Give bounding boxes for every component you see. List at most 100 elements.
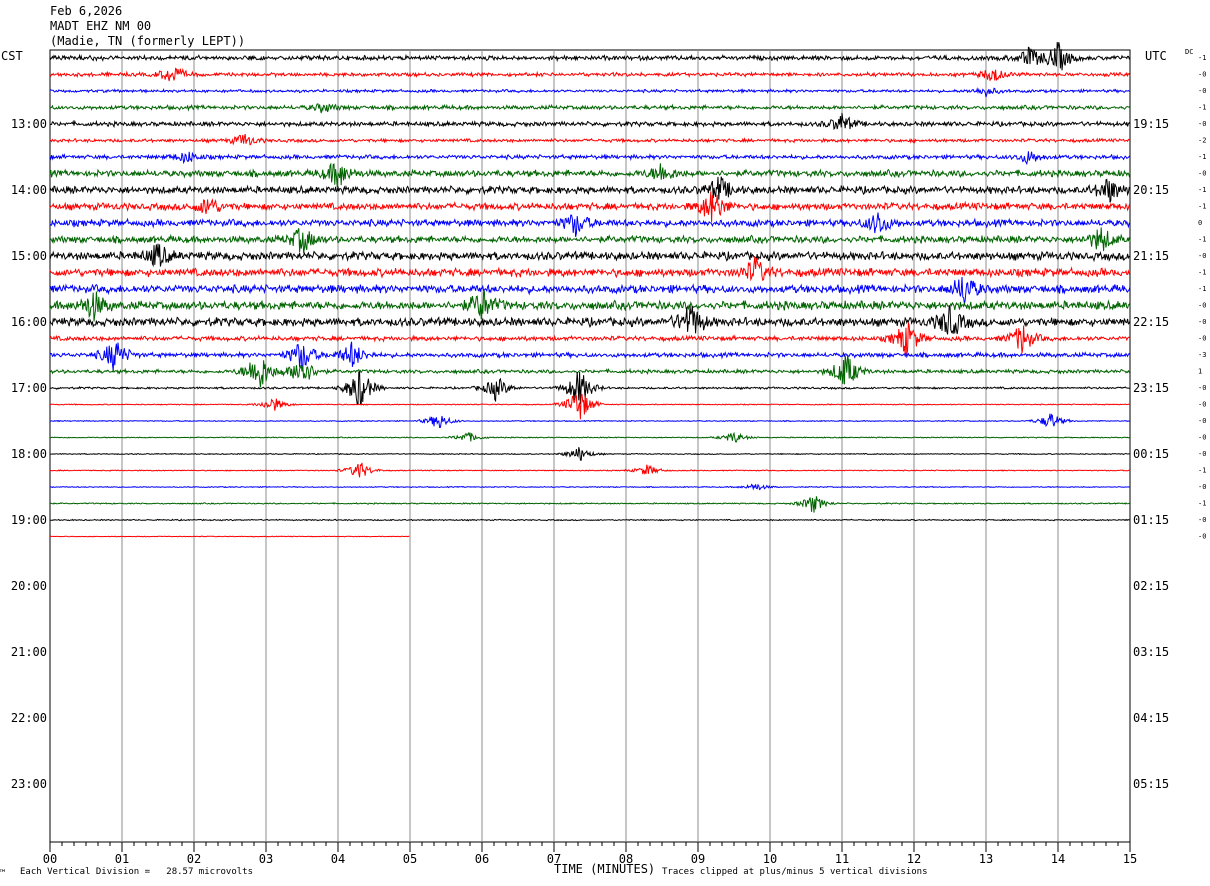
x-axis-title: TIME (MINUTES) <box>554 862 656 876</box>
header-station: MADT EHZ NM 00 <box>50 19 152 33</box>
dc-offset-label: -1 <box>1198 269 1206 277</box>
x-axis-ticks <box>49 842 1131 852</box>
x-tick-label: 15 <box>1123 852 1137 866</box>
dc-column-label: DC <box>1185 48 1194 56</box>
seismic-trace <box>49 371 1131 405</box>
utc-hour-label: 04:15 <box>1133 711 1169 725</box>
dc-offset-label: -0 <box>1198 302 1206 310</box>
x-tick-label: 01 <box>115 852 129 866</box>
x-tick-label: 00 <box>43 852 57 866</box>
header-date: Feb 6,2026 <box>50 4 123 18</box>
seismic-trace <box>49 103 1131 114</box>
dc-offset-label: -0 <box>1198 71 1206 79</box>
utc-hour-label: 01:15 <box>1133 513 1169 527</box>
utc-hour-label: 23:15 <box>1133 381 1169 395</box>
seismic-trace <box>49 355 1131 388</box>
dc-offset-labels: -1 -0 -0 -1 -0 -2 -1 -0 -1 -1 0 -1 -0 -1 -1 -0 -0 -0 -3 1 -0… <box>1198 54 1206 541</box>
x-tick-label: 10 <box>763 852 777 866</box>
dc-offset-label: 1 <box>1198 368 1202 376</box>
dc-offset-label: -1 <box>1198 186 1206 194</box>
cst-hour-label: 15:00 <box>11 249 47 263</box>
dc-offset-label: -0 <box>1198 516 1206 524</box>
dc-offset-label: -0 <box>1198 170 1206 178</box>
cst-corner-label: CST <box>1 49 23 63</box>
dc-offset-label: -2 <box>1198 137 1206 145</box>
dc-offset-label: -0 <box>1198 401 1206 409</box>
minute-gridlines <box>121 50 1059 842</box>
seismic-trace <box>49 162 1131 188</box>
seismic-trace <box>49 212 1131 238</box>
x-tick-label: 05 <box>403 852 417 866</box>
seismic-trace <box>49 276 1131 305</box>
cst-hour-label: 23:00 <box>11 777 47 791</box>
header-location: (Madie, TN (formerly LEPT)) <box>50 34 246 48</box>
seismic-trace <box>49 191 1131 223</box>
seismic-trace <box>49 256 1131 282</box>
dc-offset-label: -3 <box>1198 351 1206 359</box>
utc-hour-label: 19:15 <box>1133 117 1169 131</box>
dc-offset-label: -1 <box>1198 467 1206 475</box>
seismic-trace <box>49 447 1131 461</box>
cst-hour-label: 18:00 <box>11 447 47 461</box>
seismic-trace <box>50 413 1131 429</box>
x-tick-label: 14 <box>1051 852 1065 866</box>
cst-hour-labels: 13:00 14:00 15:00 16:00 17:00 18:00 19:00 20:00… <box>11 117 47 791</box>
dc-offset-label: -1 <box>1198 236 1206 244</box>
seismic-trace <box>49 462 1131 478</box>
seismic-trace <box>49 87 1131 98</box>
x-tick-label: 11 <box>835 852 849 866</box>
utc-hour-label: 03:15 <box>1133 645 1169 659</box>
seismic-trace <box>49 133 1131 146</box>
seismic-trace <box>50 431 1131 443</box>
seismic-trace <box>49 305 1131 335</box>
division-note: Each Vertical Division = 28.57 microvolt… <box>20 867 253 877</box>
dc-offset-label: -0 <box>1198 483 1206 491</box>
dc-offset-label: 0 <box>1198 219 1202 227</box>
utc-hour-label: 02:15 <box>1133 579 1169 593</box>
seismic-trace <box>49 67 1131 82</box>
utc-hour-label: 21:15 <box>1133 249 1169 263</box>
x-tick-label: 13 <box>979 852 993 866</box>
seismic-trace <box>49 483 1131 491</box>
seismic-trace <box>50 227 1131 254</box>
dc-offset-label: -1 <box>1198 500 1206 508</box>
clip-note: Traces clipped at plus/minus 5 vertical … <box>662 867 928 877</box>
x-tick-label: 09 <box>691 852 705 866</box>
seismic-trace <box>49 518 1131 522</box>
dc-offset-label: -0 <box>1198 318 1206 326</box>
dc-offset-label: -0 <box>1198 120 1206 128</box>
x-tick-label: 06 <box>475 852 489 866</box>
dc-offset-label: -1 <box>1198 54 1206 62</box>
seismic-trace <box>49 151 1131 166</box>
seismic-trace <box>49 393 1131 420</box>
x-tick-label: 04 <box>331 852 345 866</box>
dc-offset-label: -0 <box>1198 450 1206 458</box>
dc-offset-label: -0 <box>1198 384 1206 392</box>
dc-offset-label: -1 <box>1198 203 1206 211</box>
utc-corner-label: UTC <box>1145 49 1167 63</box>
utc-hour-label: 00:15 <box>1133 447 1169 461</box>
plot-frame <box>49 49 1131 843</box>
x-tick-label: 03 <box>259 852 273 866</box>
seismic-trace <box>49 341 1131 372</box>
dc-offset-label: -0 <box>1198 87 1206 95</box>
dc-offset-label: -0 <box>1198 533 1206 541</box>
x-tick-label: 02 <box>187 852 201 866</box>
utc-hour-labels: 19:15 20:15 21:15 22:15 23:15 00:15 01:15 02:15… <box>1133 117 1169 791</box>
seismic-trace <box>49 496 1131 513</box>
helicorder-plot: 00 01 02 03 04 05 06 07 08 09 10 11 12 13 14 15 13:0014… <box>11 41 1206 866</box>
dc-offset-label: -1 <box>1198 153 1206 161</box>
dc-offset-label: -0 <box>1198 434 1206 442</box>
dc-offset-label: -1 <box>1198 104 1206 112</box>
dc-offset-label: -1 <box>1198 285 1206 293</box>
dc-offset-label: -0 <box>1198 417 1206 425</box>
cst-hour-label: 21:00 <box>11 645 47 659</box>
utc-hour-label: 22:15 <box>1133 315 1169 329</box>
footer-corner-mark: ™ <box>0 869 6 879</box>
cst-hour-label: 22:00 <box>11 711 47 725</box>
dc-offset-label: -0 <box>1198 252 1206 260</box>
utc-hour-label: 05:15 <box>1133 777 1169 791</box>
seismic-trace <box>49 290 1131 322</box>
seismic-traces <box>49 41 1131 538</box>
dc-offset-label: -0 <box>1198 335 1206 343</box>
